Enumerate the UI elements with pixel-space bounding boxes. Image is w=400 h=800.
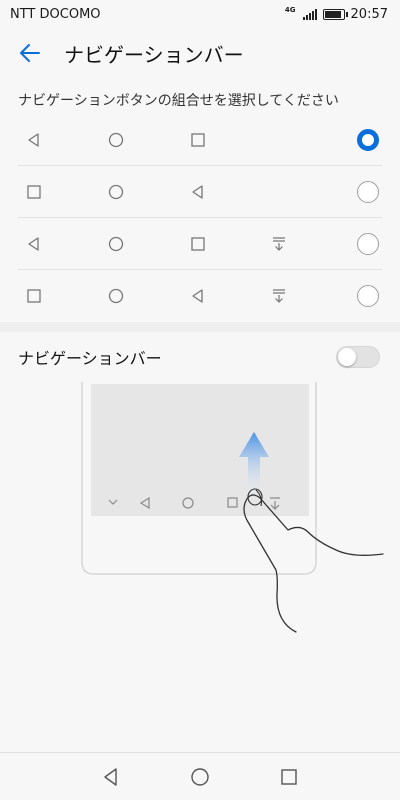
square-recent-icon [19,166,49,218]
nav-option-radio[interactable] [357,285,379,307]
nav-option-row[interactable] [0,270,400,322]
clock: 20:57 [350,6,388,22]
status-bar: NTT DOCOMO 4G 20:57 [0,0,400,28]
battery-icon [322,8,348,20]
section-header: ナビゲーションボタンの組合せを選択してください [18,93,339,109]
square-recent-icon [183,114,213,166]
square-recent-icon [281,769,297,785]
navigation-bar-illustration [81,382,384,633]
notification-pull-icon [264,270,294,322]
nav-option-radio[interactable] [357,181,379,203]
triangle-back-icon [19,218,49,270]
triangle-back-icon [19,114,49,166]
back-button[interactable] [0,28,60,78]
nav-options-list [0,114,400,322]
battery-level [324,10,341,18]
circle-home-icon [101,270,131,322]
nav-option-radio[interactable] [357,129,379,151]
navigation-bar-toggle-label: ナビゲーションバー [18,349,162,368]
switch-knob [338,348,356,366]
circle-home-icon [101,166,131,218]
triangle-back-icon [183,270,213,322]
section-divider [0,322,400,332]
triangle-back-icon [183,166,213,218]
signal-icon [302,8,317,20]
nav-option-row[interactable] [0,166,400,218]
nav-option-row[interactable] [0,218,400,270]
nav-option-radio[interactable] [357,233,379,255]
network-type: 4G [284,5,296,14]
notification-pull-icon [264,218,294,270]
page-title: ナビゲーションバー [64,42,244,67]
square-recent-icon [19,270,49,322]
app-bar: ナビゲーションバー [0,28,400,78]
circle-home-icon [191,768,209,786]
system-back-button[interactable] [91,753,131,800]
status-icons: 4G 20:57 [284,5,388,22]
system-navigation-bar [0,752,400,800]
square-recent-icon [183,218,213,270]
arrow-left-icon [20,44,40,62]
system-home-button[interactable] [180,753,220,800]
nav-option-row[interactable] [0,114,400,166]
carrier-name: NTT DOCOMO [10,6,101,22]
circle-home-icon [101,114,131,166]
navigation-bar-switch[interactable] [336,346,380,368]
circle-home-icon [101,218,131,270]
triangle-back-icon [104,768,117,786]
system-recent-button[interactable] [269,753,309,800]
navigation-bar-toggle-row[interactable]: ナビゲーションバー [0,332,400,382]
